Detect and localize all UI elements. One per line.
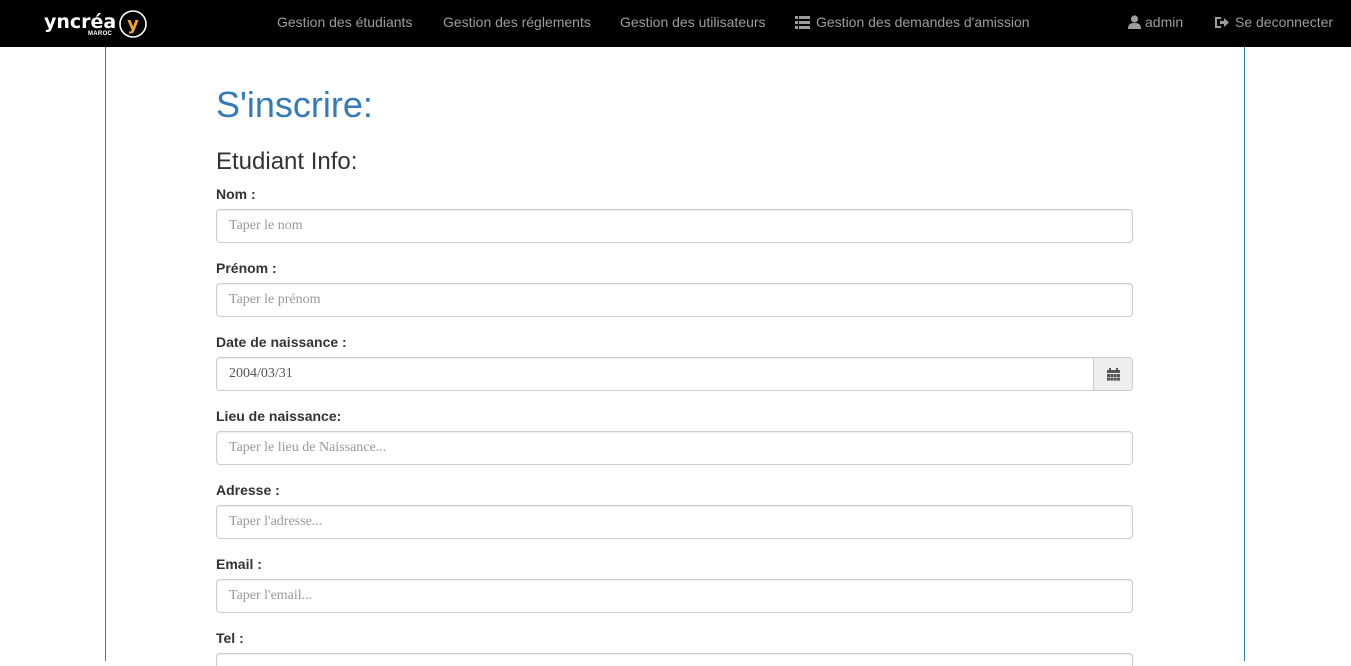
nav-gestion-demandes-label: Gestion des demandes d'amission (816, 14, 1030, 30)
section-title: Etudiant Info: (216, 148, 358, 175)
nav-gestion-demandes[interactable]: Gestion des demandes d'amission (795, 14, 1030, 32)
user-label: admin (1145, 14, 1184, 30)
brand-logo[interactable]: yncréa MAROC y (44, 7, 150, 41)
page-title: S'inscrire: (216, 84, 373, 125)
date-naissance-label: Date de naissance : (216, 334, 347, 350)
yncrea-y-icon: y (119, 10, 147, 38)
date-naissance-input[interactable] (216, 357, 1094, 391)
tel-input[interactable] (216, 653, 1133, 666)
lieu-naissance-label: Lieu de naissance: (216, 408, 342, 424)
adresse-input[interactable] (216, 505, 1133, 539)
logout-label: Se deconnecter (1235, 14, 1334, 30)
date-picker-button[interactable] (1093, 357, 1133, 391)
nom-input[interactable] (216, 209, 1133, 243)
nom-label: Nom : (216, 186, 256, 202)
lieu-naissance-input[interactable] (216, 431, 1133, 465)
prenom-input[interactable] (216, 283, 1133, 317)
adresse-label: Adresse : (216, 482, 280, 498)
nav-gestion-utilisateurs[interactable]: Gestion des utilisateurs (620, 14, 766, 32)
list-icon (795, 16, 810, 29)
tel-label: Tel : (216, 630, 244, 646)
nav-gestion-reglements[interactable]: Gestion des réglements (443, 14, 591, 32)
logout-icon (1215, 17, 1229, 28)
nav-gestion-etudiants[interactable]: Gestion des étudiants (277, 14, 412, 32)
nav-user-admin[interactable]: admin (1128, 14, 1183, 32)
calendar-icon (1106, 367, 1120, 381)
user-icon (1128, 15, 1141, 29)
email-label: Email : (216, 556, 262, 572)
brand-subtitle: MAROC (88, 31, 113, 37)
brand-name: yncréa (44, 11, 117, 33)
prenom-label: Prénom : (216, 260, 277, 276)
logout-link[interactable]: Se deconnecter (1214, 14, 1333, 32)
top-navbar: yncréa MAROC y Gestion des étudiants Ges… (0, 0, 1351, 47)
logo-letter: y (127, 14, 139, 35)
main-container (105, 47, 1245, 661)
email-input[interactable] (216, 579, 1133, 613)
